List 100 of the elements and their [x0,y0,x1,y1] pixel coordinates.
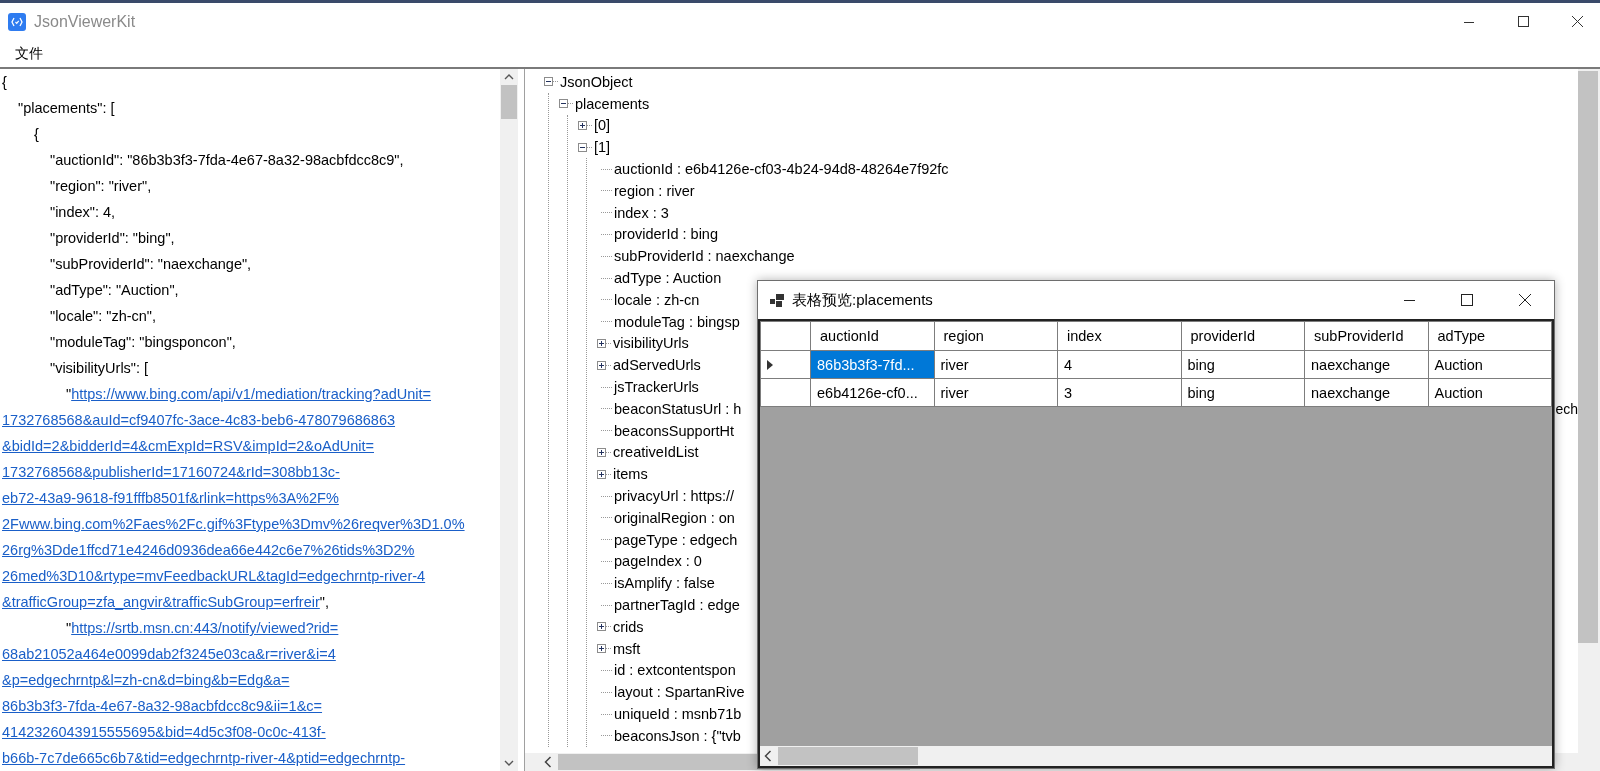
url-link[interactable]: &bidId=2&bidderId=4&cmExpId=RSV&impId=2&oAdUnit= [2,438,374,454]
code-line: { [34,126,39,142]
expander-icon[interactable] [578,121,587,130]
expander-icon[interactable] [597,622,606,632]
tree-node[interactable]: auctionId : e6b4126e-cf03-4b24-94d8-48264e7f92fc [614,161,949,178]
table-cell[interactable]: bing [1181,378,1305,407]
expander-icon[interactable] [597,469,606,479]
tree-node[interactable]: beaconStatusUrl : h [614,400,742,417]
tree-node[interactable]: pageIndex : 0 [614,553,702,570]
tree-node[interactable]: [0] [594,117,611,134]
tree-node[interactable]: pageType : edgech [614,531,738,548]
tree-node[interactable]: beaconsJson : {"tvb [614,727,741,744]
tree-node[interactable]: originalRegion : on [614,509,735,526]
expander-icon[interactable] [597,360,606,370]
expander-icon[interactable] [597,447,606,457]
tree-node[interactable]: moduleTag : bingsp [614,313,740,330]
tree-node[interactable]: msft [613,640,641,657]
tree-node[interactable]: layout : SpartanRive [614,684,745,701]
url-link[interactable]: 4142326043915555695&bid=4d5c3f08-0c0c-413f- [2,724,326,740]
url-link[interactable]: 26med%3D10&rtype=mvFeedbackURL&tagId=edgechrntp-river-4 [2,568,426,584]
code-line: "placements": [ [18,100,115,116]
tree-node[interactable]: adType : Auction [614,270,722,287]
tree-node[interactable]: [1] [594,139,611,156]
tree-node[interactable]: jsTrackerUrls [614,379,699,396]
url-link[interactable]: https://srtb.msn.cn:443/notify/viewed?rid= [71,620,339,636]
code-line: "auctionId": "86b3b3f3-7fda-4e67-8a32-98acbfdcc8c9", [50,152,404,168]
url-link[interactable]: 26rg%3Dde1ffcd71e4246d0936dea66e442c6e7%26tids%3D2% [2,542,415,558]
window-icon [770,293,784,307]
url-link[interactable]: eb72-43a9-9618-f91fffb8501f&rlink=https%3A%2F% [2,490,339,506]
table-cell[interactable]: e6b4126e-cf0... [810,378,934,407]
tree-node[interactable]: id : extcontentspon [614,662,736,679]
quote-mark: ", [319,594,329,610]
expander-icon[interactable] [597,644,606,654]
code-line: "region": "river", [50,178,152,194]
column-header[interactable]: subProviderId [1304,321,1428,351]
tree-node[interactable]: uniqueId : msnb71b [614,706,742,722]
tree-node[interactable]: locale : zh-cn [614,291,700,308]
tree-node[interactable]: adServedUrls [613,357,701,374]
url-link[interactable]: 1732768568&publisherId=17160724&rId=308bb13c- [2,464,340,480]
column-header[interactable]: providerId [1181,321,1305,351]
quote-mark: " [66,620,72,636]
tree-node[interactable]: items [613,466,648,483]
row-header[interactable] [760,350,811,379]
code-line: { [2,74,7,90]
menu-item[interactable]: 文件 [8,42,50,65]
tree-node[interactable]: beaconsSupportHt [614,422,735,439]
tree-node[interactable]: region : river [614,182,695,199]
table-cell[interactable]: river [934,350,1058,379]
table-cell[interactable]: 86b3b3f3-7fd... [810,350,934,379]
scroll-thumb[interactable] [778,747,918,765]
code-line: "index": 4, [50,204,116,220]
url-link[interactable]: https://www.bing.com/api/v1/mediation/tracking?adUnit= [71,386,432,402]
url-link[interactable]: b66b-7c7de665c6b7&tid=edgechrntp-river-4&ptid=edgechrntp- [2,750,406,766]
table-cell[interactable]: 4 [1057,350,1181,379]
row-header [760,321,811,351]
current-row-icon [767,359,773,370]
code-line: "locale": "zh-cn", [50,308,157,324]
tree-node[interactable]: placements [575,95,650,112]
table-cell[interactable]: Auction [1428,350,1552,379]
table-cell[interactable]: 3 [1057,378,1181,407]
scroll-thumb[interactable] [501,85,517,119]
expander-icon[interactable] [544,77,553,87]
window-title: 表格预览:placements [792,290,934,310]
tree-node[interactable]: subProviderId : naexchange [614,248,795,265]
tree-node[interactable]: visibilityUrls [613,335,689,352]
table-cell[interactable]: bing [1181,350,1305,379]
column-header[interactable]: index [1057,321,1181,351]
scroll-thumb[interactable] [1578,71,1598,643]
tree-node[interactable]: providerId : bing [614,226,718,243]
url-link[interactable]: 68ab21052a464e0099dab2f3245e03ca&r=river&i=4 [2,646,336,662]
url-link[interactable]: &trafficGroup=zfa_angvir&trafficSubGroup=erfreir [2,594,320,610]
code-line: "visibilityUrls": [ [50,360,149,376]
url-link[interactable]: 1732768568&auId=cf9407fc-3ace-4c83-beb6-478079686863 [2,412,396,428]
code-line: "adType": "Auction", [50,282,179,298]
url-link[interactable]: 2Fwww.bing.com%2Faes%2Fc.gif%3Ftype%3Dmv%26reqver%3D1.0% [2,516,465,532]
tree-node[interactable]: privacyUrl : https:// [614,488,735,505]
tree-node[interactable]: isAmplify : false [614,575,715,592]
tree-node[interactable]: index : 3 [614,204,669,221]
table-cell[interactable]: river [934,378,1058,407]
expander-icon[interactable] [578,142,587,152]
url-link[interactable]: &p=edgechrntp&l=zh-cn&d=bing&b=Edg&a= [2,672,290,688]
tree-node[interactable]: partnerTagId : edge [614,597,740,613]
tree-node[interactable]: crids [613,618,644,635]
row-header[interactable] [760,378,811,407]
tree-node[interactable]: creativeIdList [613,444,699,461]
expander-icon[interactable] [559,99,568,109]
app-icon [8,12,26,31]
expander-icon[interactable] [597,338,606,348]
code-line: "moduleTag": "bingsponcon", [50,334,236,350]
column-header[interactable]: auctionId [810,321,934,351]
window-title: JsonViewerKit [34,12,137,31]
code-line: "subProviderId": "naexchange", [50,256,252,272]
table-cell[interactable]: naexchange [1304,350,1428,379]
tree-node[interactable]: JsonObject [560,73,633,90]
table-cell[interactable]: naexchange [1304,378,1428,407]
column-header[interactable]: region [934,321,1058,351]
column-header[interactable]: adType [1428,321,1552,351]
table-cell[interactable]: Auction [1428,378,1552,407]
url-link[interactable]: 86b3b3f3-7fda-4e67-8a32-98acbfdcc8c9&ii=1&c= [2,698,323,714]
tree-node-text: ech [1555,400,1578,417]
